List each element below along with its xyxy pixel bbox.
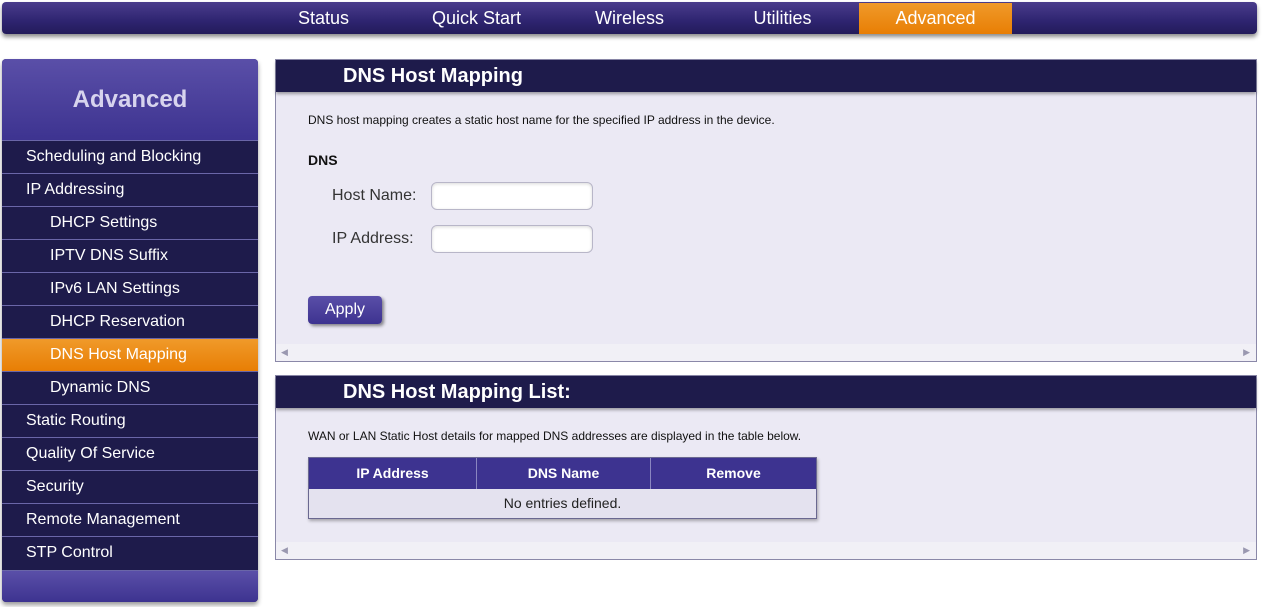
scroll-left-icon[interactable]: ◀ bbox=[281, 347, 288, 358]
tab-advanced[interactable]: Advanced bbox=[859, 3, 1012, 34]
ip-address-label: IP Address: bbox=[332, 230, 414, 247]
sidebar-item-security[interactable]: Security bbox=[2, 470, 258, 503]
sidebar-title: Advanced bbox=[2, 59, 258, 140]
tab-status[interactable]: Status bbox=[247, 3, 400, 34]
horizontal-scrollbar[interactable]: ◀ ▶ bbox=[276, 344, 1256, 361]
panel-title: DNS Host Mapping List: bbox=[276, 376, 1256, 408]
top-navigation: Status Quick Start Wireless Utilities Ad… bbox=[2, 2, 1257, 34]
sidebar-item-remote-management[interactable]: Remote Management bbox=[2, 503, 258, 536]
scroll-right-icon[interactable]: ▶ bbox=[1243, 347, 1250, 358]
tab-utilities[interactable]: Utilities bbox=[706, 3, 859, 34]
tab-quick-start[interactable]: Quick Start bbox=[400, 3, 553, 34]
dns-host-mapping-panel: DNS Host Mapping DNS host mapping create… bbox=[275, 59, 1257, 362]
sidebar-item-dhcp-settings[interactable]: DHCP Settings bbox=[2, 206, 258, 239]
sidebar-item-ipv6-lan-settings[interactable]: IPv6 LAN Settings bbox=[2, 272, 258, 305]
sidebar-footer bbox=[2, 570, 258, 602]
host-name-input[interactable] bbox=[431, 182, 593, 210]
table-header: IP Address DNS Name Remove bbox=[309, 458, 816, 489]
host-name-label: Host Name: bbox=[332, 187, 417, 204]
ip-address-input[interactable] bbox=[431, 225, 593, 253]
tab-wireless[interactable]: Wireless bbox=[553, 3, 706, 34]
panel-description: DNS host mapping creates a static host n… bbox=[308, 113, 775, 127]
sidebar-item-scheduling-and-blocking[interactable]: Scheduling and Blocking bbox=[2, 140, 258, 173]
section-label-dns: DNS bbox=[308, 152, 338, 168]
sidebar-item-stp-control[interactable]: STP Control bbox=[2, 536, 258, 569]
sidebar-item-quality-of-service[interactable]: Quality Of Service bbox=[2, 437, 258, 470]
horizontal-scrollbar[interactable]: ◀ ▶ bbox=[276, 542, 1256, 559]
apply-button[interactable]: Apply bbox=[308, 296, 382, 324]
table-empty-row: No entries defined. bbox=[503, 495, 622, 511]
panel-title: DNS Host Mapping bbox=[276, 60, 1256, 92]
sidebar-item-static-routing[interactable]: Static Routing bbox=[2, 404, 258, 437]
scroll-right-icon[interactable]: ▶ bbox=[1243, 545, 1250, 556]
column-header-ip-address: IP Address bbox=[356, 465, 429, 481]
sidebar-item-dhcp-reservation[interactable]: DHCP Reservation bbox=[2, 305, 258, 338]
sidebar-item-dns-host-mapping[interactable]: DNS Host Mapping bbox=[2, 338, 258, 371]
column-header-remove: Remove bbox=[650, 458, 816, 489]
sidebar-item-ip-addressing[interactable]: IP Addressing bbox=[2, 173, 258, 206]
column-header-dns-name: DNS Name bbox=[476, 458, 650, 489]
dns-host-mapping-list-panel: DNS Host Mapping List: WAN or LAN Static… bbox=[275, 375, 1257, 560]
sidebar-item-dynamic-dns[interactable]: Dynamic DNS bbox=[2, 371, 258, 404]
sidebar: Advanced Scheduling and Blocking IP Addr… bbox=[2, 59, 258, 602]
mapping-table: IP Address DNS Name Remove No entries de… bbox=[308, 457, 817, 519]
sidebar-item-iptv-dns-suffix[interactable]: IPTV DNS Suffix bbox=[2, 239, 258, 272]
scroll-left-icon[interactable]: ◀ bbox=[281, 545, 288, 556]
sidebar-menu: Scheduling and Blocking IP Addressing DH… bbox=[2, 140, 258, 569]
panel-description: WAN or LAN Static Host details for mappe… bbox=[308, 429, 802, 443]
